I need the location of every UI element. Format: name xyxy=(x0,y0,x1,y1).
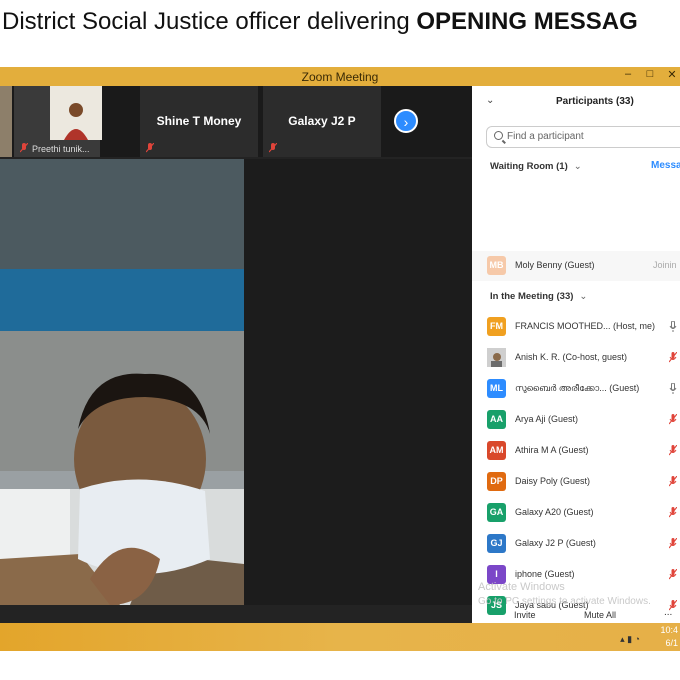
participant-row[interactable]: GA Galaxy A20 (Guest) xyxy=(472,498,680,528)
avatar: AA xyxy=(487,410,506,429)
muted-mic-icon xyxy=(146,143,154,153)
maximize-button[interactable]: □ xyxy=(644,68,656,81)
participant-name: iphone (Guest) xyxy=(515,569,575,579)
search-placeholder: Find a participant xyxy=(507,131,584,142)
participant-row[interactable]: AM Athira M A (Guest) xyxy=(472,436,680,466)
chevron-right-icon[interactable]: › xyxy=(394,109,418,133)
invite-button[interactable]: Invite xyxy=(514,610,536,620)
avatar: GJ xyxy=(487,534,506,553)
video-tile-galaxy[interactable]: Galaxy J2 P xyxy=(263,86,383,157)
avatar: MB xyxy=(487,256,506,275)
participant-name: FRANCIS MOOTHED... (Host, me) xyxy=(515,321,656,331)
participant-row[interactable]: Anish K. R. (Co-host, guest) xyxy=(472,343,680,373)
window-controls: – □ ✕ xyxy=(622,68,678,81)
participant-row[interactable]: AA Arya Aji (Guest) xyxy=(472,405,680,435)
muted-mic-icon[interactable] xyxy=(669,476,677,487)
participants-panel: ⌄ Participants (33) Find a participant W… xyxy=(472,86,680,623)
participant-search-input[interactable]: Find a participant xyxy=(486,126,680,148)
video-tile-preethi[interactable]: Preethi tunik... xyxy=(14,86,102,157)
chevron-down-icon: ⌄ xyxy=(579,291,588,302)
window-title: Zoom Meeting xyxy=(301,69,379,84)
muted-mic-icon xyxy=(269,143,277,153)
windows-taskbar: ▴ ▮ ◔ 10:4 6/1 xyxy=(0,623,680,651)
activation-watermark-subtext: Go to PC settings to activate Windows. xyxy=(478,596,651,607)
muted-mic-icon[interactable] xyxy=(669,352,677,363)
active-speaker-video xyxy=(0,159,244,605)
avatar: FM xyxy=(487,317,506,336)
caption-text: District Social Justice officer deliveri… xyxy=(2,8,417,35)
participants-header: ⌄ Participants (33) xyxy=(472,86,680,116)
avatar: ML xyxy=(487,379,506,398)
video-tile-shine[interactable]: Shine T Money xyxy=(140,86,260,157)
participant-name: Arya Aji (Guest) xyxy=(515,414,579,424)
avatar: DP xyxy=(487,472,506,491)
participant-name: Anish K. R. (Co-host, guest) xyxy=(515,352,628,362)
participant-name: Moly Benny (Guest) xyxy=(515,260,595,270)
minimize-button[interactable]: – xyxy=(622,68,634,81)
participant-name: Galaxy J2 P (Guest) xyxy=(515,538,596,548)
muted-mic-icon[interactable] xyxy=(669,569,677,580)
in-meeting-header[interactable]: In the Meeting (33) ⌄ xyxy=(490,291,587,302)
taskbar-time: 10:4 xyxy=(660,625,678,635)
participant-video-image xyxy=(50,86,102,140)
taskbar-date: 6/1 xyxy=(665,638,678,648)
mute-all-button[interactable]: Mute All xyxy=(584,610,616,620)
avatar: GA xyxy=(487,503,506,522)
system-tray-icons[interactable]: ▴ ▮ ◔ xyxy=(620,634,640,645)
muted-mic-icon[interactable] xyxy=(669,414,677,425)
empty-video-area xyxy=(244,159,472,605)
participant-status: Joinin xyxy=(653,260,677,270)
in-meeting-label: In the Meeting (33) xyxy=(490,291,574,302)
muted-mic-icon[interactable] xyxy=(669,538,677,549)
tile-name: Shine T Money xyxy=(156,114,242,128)
muted-mic-icon[interactable] xyxy=(669,507,677,518)
waiting-room-header[interactable]: Waiting Room (1) ⌄ xyxy=(490,161,582,172)
caption-bold-text: OPENING MESSAG xyxy=(416,8,638,35)
collapse-chevron-icon[interactable]: ⌄ xyxy=(486,95,494,106)
tile-label: Preethi tunik... xyxy=(32,144,90,154)
close-button[interactable]: ✕ xyxy=(666,68,678,81)
taskbar-clock[interactable]: 10:4 6/1 xyxy=(660,624,678,650)
waiting-participant-row[interactable]: MB Moly Benny (Guest) Joinin xyxy=(472,251,680,281)
mic-icon[interactable] xyxy=(669,321,677,332)
participants-title: Participants (33) xyxy=(556,96,634,107)
participant-name: Athira M A (Guest) xyxy=(515,445,589,455)
muted-mic-icon xyxy=(20,143,28,153)
caption-banner: District Social Justice officer deliveri… xyxy=(0,0,680,66)
participant-name: സുബൈർ അരീക്കോ... (Guest) xyxy=(515,383,640,393)
chevron-down-icon: ⌄ xyxy=(573,161,582,172)
participant-name: Daisy Poly (Guest) xyxy=(515,476,591,486)
avatar: AM xyxy=(487,441,506,460)
activation-watermark: Activate Windows xyxy=(478,581,565,593)
participant-name: Galaxy A20 (Guest) xyxy=(515,507,594,517)
bottom-margin xyxy=(0,651,680,680)
title-bar: Zoom Meeting – □ ✕ xyxy=(0,67,680,86)
participant-row[interactable]: DP Daisy Poly (Guest) xyxy=(472,467,680,497)
participant-row[interactable]: ML സുബൈർ അരീക്കോ... (Guest) xyxy=(472,374,680,404)
waiting-room-label: Waiting Room (1) xyxy=(490,161,568,172)
more-options-button[interactable]: ... xyxy=(664,607,672,618)
message-link[interactable]: Messa xyxy=(651,160,680,171)
mic-icon[interactable] xyxy=(669,383,677,394)
muted-mic-icon[interactable] xyxy=(669,445,677,456)
participant-row[interactable]: GJ Galaxy J2 P (Guest) xyxy=(472,529,680,559)
participant-row[interactable]: FM FRANCIS MOOTHED... (Host, me) xyxy=(472,312,680,342)
avatar xyxy=(487,348,506,367)
speaker-video-image xyxy=(0,159,244,605)
zoom-window: Zoom Meeting – □ ✕ Preethi tunik... Shin… xyxy=(0,67,680,623)
tile-name: Galaxy J2 P xyxy=(288,114,356,128)
search-icon xyxy=(494,131,503,140)
video-tile-partial[interactable] xyxy=(0,86,14,157)
